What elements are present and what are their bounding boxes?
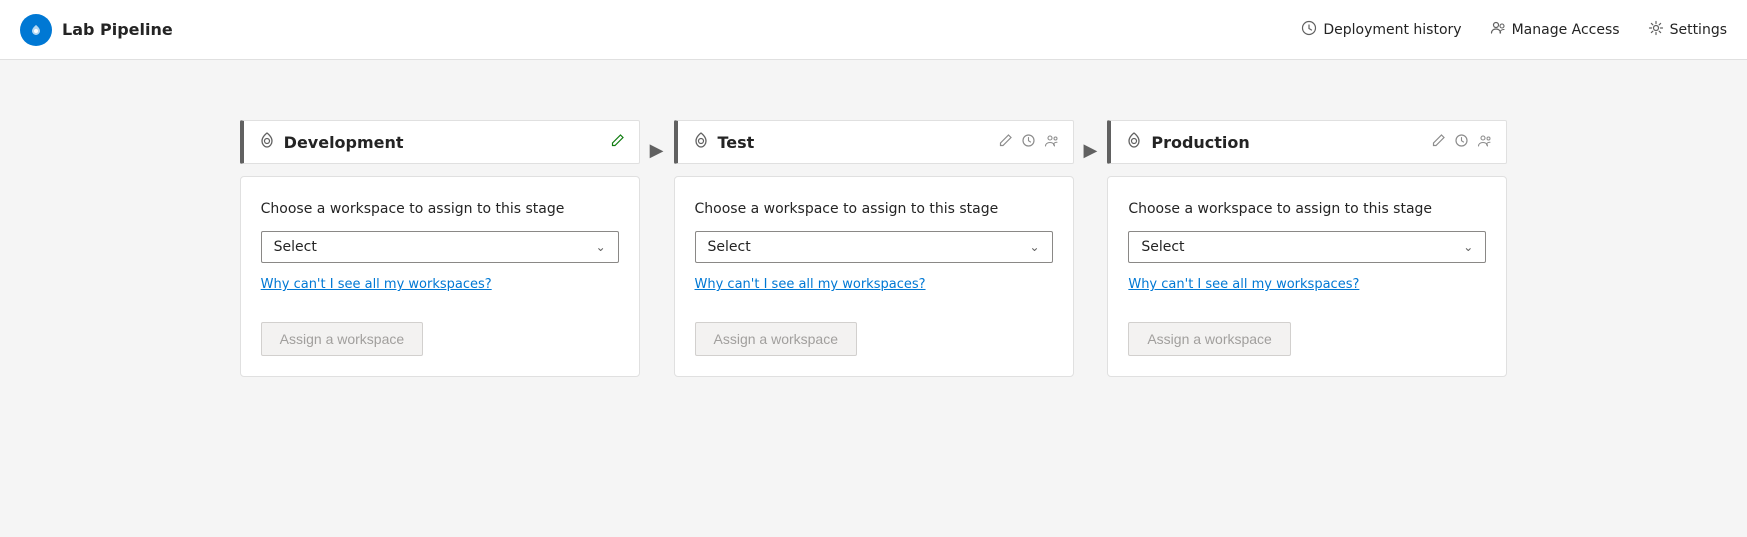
stage-production-header: Production	[1107, 120, 1507, 164]
test-header-actions	[998, 133, 1059, 152]
deployment-history-label: Deployment history	[1323, 22, 1461, 38]
test-assign-button[interactable]: Assign a workspace	[695, 322, 858, 356]
development-chevron-icon: ⌄	[596, 240, 606, 254]
stage-production: Production	[1107, 120, 1507, 377]
test-stage-icon	[692, 131, 710, 153]
test-users-icon[interactable]	[1044, 133, 1059, 152]
app-title: Lab Pipeline	[62, 20, 173, 39]
development-select-text: Select	[274, 239, 317, 255]
test-edit-icon[interactable]	[998, 133, 1013, 152]
manage-access-button[interactable]: Manage Access	[1490, 20, 1620, 40]
main-content: Development Choose a workspace to assign…	[0, 60, 1747, 417]
stage-test: Test	[674, 120, 1074, 377]
history-icon	[1301, 20, 1317, 40]
production-stage-icon	[1125, 131, 1143, 153]
manage-access-label: Manage Access	[1512, 22, 1620, 38]
development-workspace-link[interactable]: Why can't I see all my workspaces?	[261, 277, 492, 292]
stage-test-header-left: Test	[692, 131, 755, 153]
development-edit-icon[interactable]	[610, 133, 625, 152]
test-card-label: Choose a workspace to assign to this sta…	[695, 201, 1053, 217]
test-history-icon[interactable]	[1021, 133, 1036, 152]
settings-icon	[1648, 20, 1664, 40]
production-stage-name: Production	[1151, 133, 1249, 152]
development-stage-name: Development	[284, 133, 404, 152]
production-select[interactable]: Select ⌄	[1128, 231, 1486, 263]
stage-test-header: Test	[674, 120, 1074, 164]
production-card-label: Choose a workspace to assign to this sta…	[1128, 201, 1486, 217]
development-header-actions	[610, 133, 625, 152]
production-chevron-icon: ⌄	[1463, 240, 1473, 254]
development-select[interactable]: Select ⌄	[261, 231, 619, 263]
production-assign-button[interactable]: Assign a workspace	[1128, 322, 1291, 356]
arrow-dev-to-test: ▶	[650, 120, 664, 161]
test-select[interactable]: Select ⌄	[695, 231, 1053, 263]
production-header-actions	[1431, 133, 1492, 152]
header-right: Deployment history Manage Access Setti	[1301, 20, 1727, 40]
production-workspace-link[interactable]: Why can't I see all my workspaces?	[1128, 277, 1359, 292]
test-stage-name: Test	[718, 133, 755, 152]
development-card-label: Choose a workspace to assign to this sta…	[261, 201, 619, 217]
stage-production-header-left: Production	[1125, 131, 1249, 153]
test-workspace-link[interactable]: Why can't I see all my workspaces?	[695, 277, 926, 292]
development-stage-card: Choose a workspace to assign to this sta…	[240, 176, 640, 377]
production-history-icon[interactable]	[1454, 133, 1469, 152]
stage-development: Development Choose a workspace to assign…	[240, 120, 640, 377]
header-left: Lab Pipeline	[20, 14, 173, 46]
production-select-text: Select	[1141, 239, 1184, 255]
arrow-test-to-prod: ▶	[1084, 120, 1098, 161]
stage-development-header-left: Development	[258, 131, 404, 153]
deployment-history-button[interactable]: Deployment history	[1301, 20, 1461, 40]
app-logo	[20, 14, 52, 46]
stage-development-header: Development	[240, 120, 640, 164]
production-users-icon[interactable]	[1477, 133, 1492, 152]
manage-access-icon	[1490, 20, 1506, 40]
test-stage-card: Choose a workspace to assign to this sta…	[674, 176, 1074, 377]
header: Lab Pipeline Deployment history Manag	[0, 0, 1747, 60]
development-stage-icon	[258, 131, 276, 153]
production-edit-icon[interactable]	[1431, 133, 1446, 152]
development-assign-button[interactable]: Assign a workspace	[261, 322, 424, 356]
test-select-text: Select	[708, 239, 751, 255]
production-stage-card: Choose a workspace to assign to this sta…	[1107, 176, 1507, 377]
settings-button[interactable]: Settings	[1648, 20, 1727, 40]
settings-label: Settings	[1670, 22, 1727, 38]
test-chevron-icon: ⌄	[1029, 240, 1039, 254]
